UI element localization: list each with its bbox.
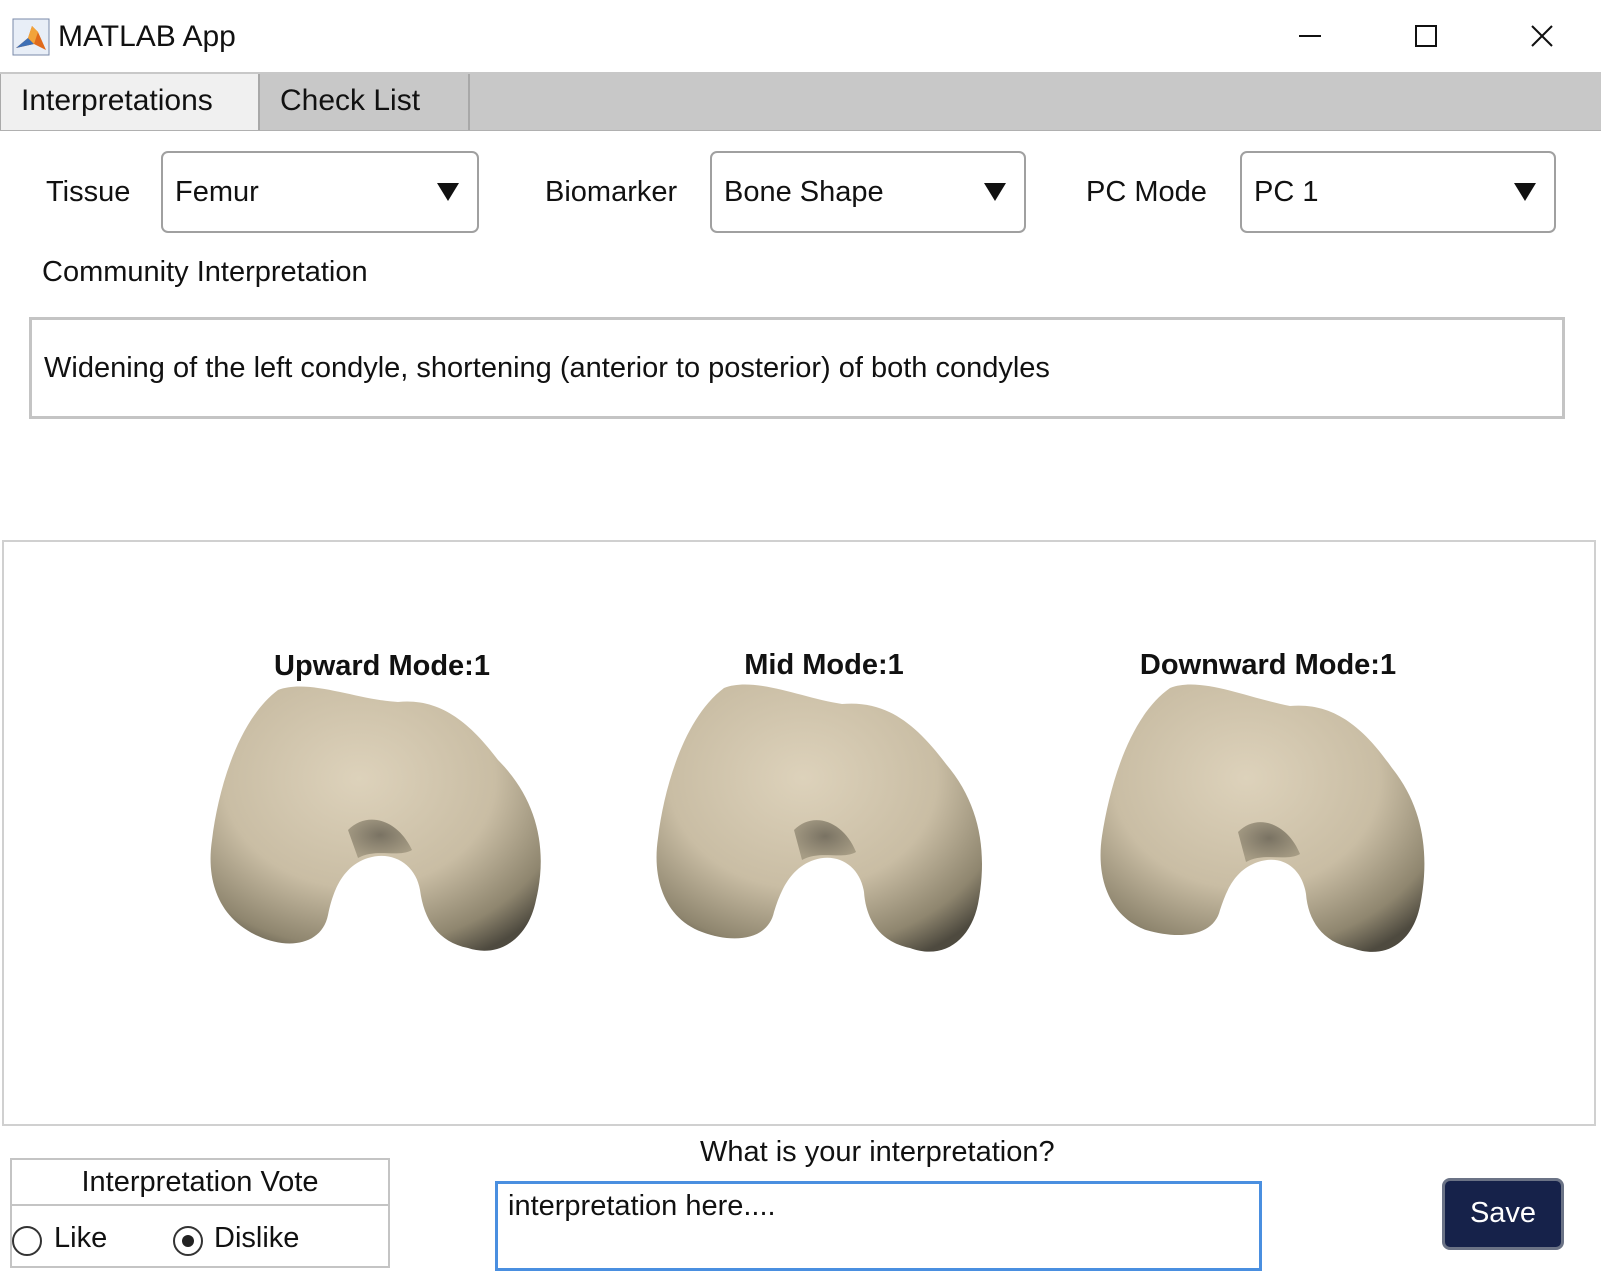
community-interpretation-label: Community Interpretation xyxy=(42,256,368,288)
femur-render-mid xyxy=(656,684,983,952)
save-button[interactable]: Save xyxy=(1442,1178,1564,1250)
dropdown-arrow-icon xyxy=(437,183,459,201)
pc-mode-value: PC 1 xyxy=(1254,176,1319,208)
minimize-icon xyxy=(1299,35,1321,37)
tissue-value: Femur xyxy=(175,176,259,208)
pc-mode-label: PC Mode xyxy=(1086,176,1207,208)
biomarker-value: Bone Shape xyxy=(724,176,884,208)
window-title: MATLAB App xyxy=(58,20,236,53)
plot-title-upward: Upward Mode:1 xyxy=(274,650,490,682)
femur-render-downward xyxy=(1100,684,1425,952)
dislike-radio[interactable] xyxy=(173,1226,203,1256)
matlab-logo-icon xyxy=(12,18,50,56)
femur-render-upward xyxy=(210,686,541,951)
dislike-label[interactable]: Dislike xyxy=(214,1222,299,1255)
tissue-label: Tissue xyxy=(46,176,131,208)
like-label[interactable]: Like xyxy=(54,1222,107,1255)
like-radio[interactable] xyxy=(12,1226,42,1256)
radio-selected-dot xyxy=(182,1235,194,1247)
plot-title-downward: Downward Mode:1 xyxy=(1139,649,1397,681)
title-bar xyxy=(0,0,1601,72)
close-button[interactable] xyxy=(1512,12,1572,60)
pc-mode-dropdown[interactable]: PC 1 xyxy=(1240,151,1556,233)
maximize-button[interactable] xyxy=(1396,12,1456,60)
interpretation-vote-title: Interpretation Vote xyxy=(12,1158,388,1206)
plot-title-mid: Mid Mode:1 xyxy=(744,649,904,681)
interpretation-question-label: What is your interpretation? xyxy=(700,1136,1055,1168)
tissue-dropdown[interactable]: Femur xyxy=(161,151,479,233)
dropdown-arrow-icon xyxy=(1514,183,1536,201)
community-interpretation-text: Widening of the left condyle, shortening… xyxy=(29,317,1565,419)
dropdown-arrow-icon xyxy=(984,183,1006,201)
close-icon xyxy=(1531,25,1553,47)
maximize-icon xyxy=(1415,25,1437,47)
minimize-button[interactable] xyxy=(1280,12,1340,60)
tab-check-list[interactable]: Check List xyxy=(260,74,470,130)
biomarker-label: Biomarker xyxy=(545,176,678,208)
biomarker-dropdown[interactable]: Bone Shape xyxy=(710,151,1026,233)
tab-interpretations[interactable]: Interpretations xyxy=(0,74,260,130)
